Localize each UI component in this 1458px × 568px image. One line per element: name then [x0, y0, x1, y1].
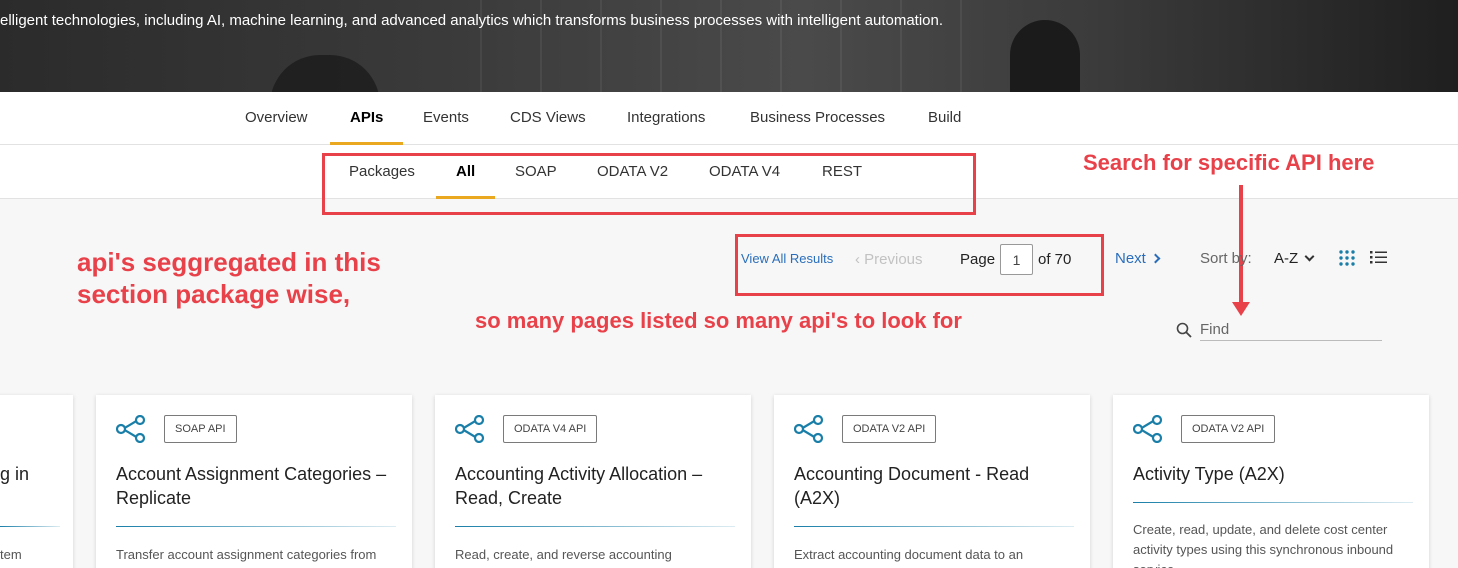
- card-divider: [0, 526, 60, 527]
- card-description: tem: [0, 547, 22, 562]
- card-divider: [794, 526, 1074, 527]
- api-type-badge: SOAP API: [164, 415, 237, 443]
- tab-overview[interactable]: Overview: [245, 109, 308, 145]
- api-type-badge: ODATA V2 API: [842, 415, 937, 443]
- primary-nav: Overview APIs Events CDS Views Integrati…: [0, 92, 1458, 145]
- api-card[interactable]: SOAP API Account Assignment Categories –…: [96, 395, 412, 568]
- sort-value: A-Z: [1274, 250, 1299, 267]
- api-type-badge: ODATA V4 API: [503, 415, 598, 443]
- hero-description: elligent technologies, including AI, mac…: [0, 12, 944, 29]
- tab-integrations[interactable]: Integrations: [627, 109, 705, 145]
- card-description: Transfer account assignment categories f…: [116, 547, 377, 562]
- sort-label: Sort by:: [1200, 250, 1252, 267]
- card-title[interactable]: Account Assignment Categories – Replicat…: [116, 462, 396, 510]
- card-description: Create, read, update, and delete cost ce…: [1133, 522, 1394, 568]
- hero-banner: elligent technologies, including AI, mac…: [0, 0, 1458, 92]
- next-label: Next: [1115, 250, 1146, 267]
- tab-build[interactable]: Build: [928, 109, 961, 145]
- annotation-arrow: [1239, 185, 1243, 305]
- page-count: of 70: [1038, 251, 1072, 268]
- card-title[interactable]: Activity Type (A2X): [1133, 462, 1413, 486]
- card-title: g in: [0, 464, 30, 484]
- annotation-arrow-head: [1232, 302, 1250, 316]
- api-type-badge: ODATA V2 API: [1181, 415, 1276, 443]
- annotation-search-text: Search for specific API here: [1083, 150, 1375, 175]
- share-icon: [1133, 415, 1163, 443]
- api-card[interactable]: ODATA V2 API Activity Type (A2X) Create,…: [1113, 395, 1429, 568]
- annotation-pages-text: so many pages listed so many api's to lo…: [475, 308, 962, 333]
- page-label: Page: [960, 251, 996, 268]
- list-view-icon[interactable]: [1370, 250, 1387, 265]
- share-icon: [116, 415, 146, 443]
- annotation-segregated-line2: section package wise,: [77, 279, 351, 309]
- card-divider: [116, 526, 396, 527]
- annotation-segregated-line1: api's seggregated in this: [77, 247, 381, 277]
- chevron-down-icon: [1304, 251, 1315, 262]
- tab-events[interactable]: Events: [423, 109, 469, 145]
- page-number-input[interactable]: [1000, 244, 1033, 275]
- tab-cds-views[interactable]: CDS Views: [510, 109, 586, 145]
- card-description: Extract accounting document data to an: [794, 547, 1024, 562]
- card-description: Read, create, and reverse accounting: [455, 547, 672, 562]
- share-icon: [794, 415, 824, 443]
- api-card[interactable]: ODATA V2 API Accounting Document - Read …: [774, 395, 1090, 568]
- find-input[interactable]: [1200, 318, 1382, 341]
- view-all-results-link[interactable]: View All Results: [741, 251, 833, 266]
- tab-apis[interactable]: APIs: [329, 109, 404, 145]
- chevron-right-icon: [1150, 253, 1161, 264]
- api-card-partial[interactable]: g in tem: [0, 395, 73, 568]
- hero-figure: [270, 55, 380, 92]
- sort-dropdown[interactable]: A-Z: [1274, 250, 1315, 267]
- next-button[interactable]: Next: [1115, 250, 1161, 267]
- search-icon: [1176, 322, 1192, 338]
- annotation-tabs-box: [322, 153, 976, 215]
- api-card[interactable]: ODATA V4 API Accounting Activity Allocat…: [435, 395, 751, 568]
- share-icon: [455, 415, 485, 443]
- card-divider: [455, 526, 735, 527]
- card-divider: [1133, 502, 1413, 503]
- grid-view-icon[interactable]: [1339, 250, 1355, 266]
- previous-button[interactable]: ‹ Previous: [855, 251, 923, 268]
- card-title[interactable]: Accounting Activity Allocation – Read, C…: [455, 462, 735, 510]
- tab-business-processes[interactable]: Business Processes: [750, 109, 885, 145]
- card-title[interactable]: Accounting Document - Read (A2X): [794, 462, 1074, 510]
- hero-figure: [1010, 20, 1080, 92]
